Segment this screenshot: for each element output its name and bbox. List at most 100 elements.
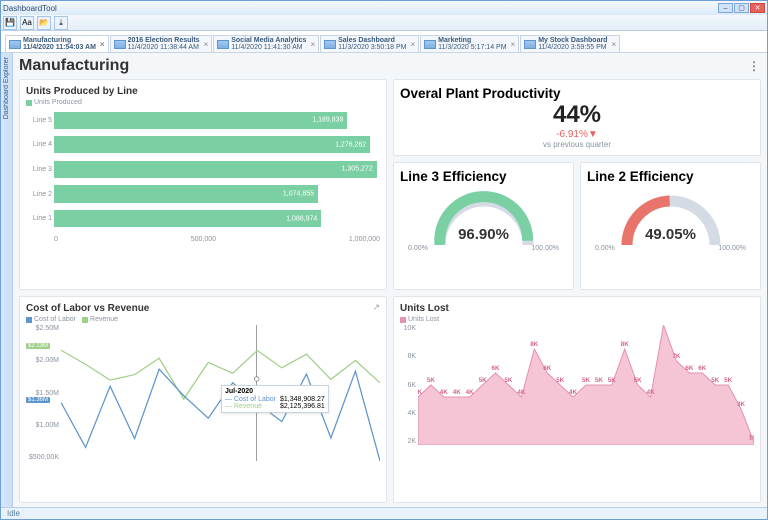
tab-thumb-icon — [9, 40, 21, 49]
svg-text:4K: 4K — [418, 389, 423, 396]
card-title: Line 3 Efficiency — [400, 169, 567, 184]
bar-value: 1,305,272 — [342, 166, 373, 173]
tab-close-icon[interactable]: × — [511, 40, 516, 49]
tab-manufacturing[interactable]: Manufacturing11/4/2020 11:54:03 AM× — [5, 35, 109, 52]
export-button[interactable]: ⤓ — [54, 16, 68, 30]
svg-text:4K: 4K — [647, 389, 656, 396]
tab-thumb-icon — [524, 40, 536, 49]
svg-text:6K: 6K — [492, 365, 501, 372]
bar-label: Line 3 — [26, 166, 52, 173]
svg-text:5K: 5K — [711, 377, 720, 384]
bar-value: 1,276,262 — [335, 141, 366, 148]
bar-label: Line 1 — [26, 215, 52, 222]
export-icon: ⤓ — [59, 18, 63, 28]
expand-icon[interactable]: ↗ — [372, 302, 380, 313]
statusbar: Idle — [1, 507, 767, 519]
status-text: Idle — [7, 509, 20, 518]
gauge-max: 100.00% — [718, 245, 746, 252]
badge-cost: $1.36M — [26, 397, 50, 403]
gauge-max: 100.00% — [531, 245, 559, 252]
dashboard-content: Manufacturing ⋮ Units Produced by Line U… — [13, 53, 767, 507]
bar-value: 1,074,855 — [283, 191, 314, 198]
legend-label: Units Produced — [34, 99, 82, 106]
bar[interactable]: 1,189,839 — [54, 112, 347, 129]
svg-text:5K: 5K — [427, 377, 436, 384]
svg-text:197: 197 — [749, 435, 754, 442]
tab-close-icon[interactable]: × — [204, 40, 209, 49]
tab-2016-election-results[interactable]: 2016 Election Results11/4/2020 11:38:44 … — [110, 35, 213, 52]
open-button[interactable]: 📂 — [37, 16, 51, 30]
card-line3-efficiency: Line 3 Efficiency 96.90% 0.00% 100.00% — [393, 162, 574, 290]
svg-text:7K: 7K — [672, 353, 681, 360]
svg-text:4K: 4K — [466, 389, 475, 396]
card-units-produced: Units Produced by Line Units Produced Li… — [19, 79, 387, 290]
svg-text:5K: 5K — [556, 377, 565, 384]
cursor-icon — [254, 377, 259, 381]
chart-tooltip: Jul-2020 — Cost of Labor$1,348,908.27 — … — [221, 385, 329, 413]
window-title: DashboardTool — [3, 4, 57, 13]
svg-text:4K: 4K — [440, 389, 449, 396]
card-cost-vs-revenue: Cost of Labor vs Revenue ↗ Cost of Labor… — [19, 296, 387, 503]
page-menu-icon[interactable]: ⋮ — [748, 59, 761, 73]
tooltip-title: Jul-2020 — [225, 388, 325, 395]
svg-text:4K: 4K — [453, 389, 462, 396]
badge-revenue: $2.13M — [26, 343, 50, 349]
svg-text:5K: 5K — [582, 377, 591, 384]
bar[interactable]: 1,074,855 — [54, 185, 318, 202]
font-icon: Aa — [22, 18, 32, 27]
sidebar[interactable]: Dashboard Explorer — [1, 53, 13, 507]
font-button[interactable]: Aa — [20, 16, 34, 30]
area-chart[interactable]: 10K8K6K4K2K 4K5K4K4K4K5K6K5K4K8K6K5K4K5K… — [400, 325, 754, 445]
svg-text:5K: 5K — [608, 377, 617, 384]
svg-text:5K: 5K — [724, 377, 733, 384]
kpi-sub: vs previous quarter — [400, 140, 754, 149]
line-chart[interactable]: $2.50M$2.00M$1.50M$1.00M$500.00K $2.13M … — [26, 325, 380, 465]
bar-chart[interactable]: Line 51,189,839Line 41,276,262Line 31,30… — [26, 108, 380, 243]
bar-value: 1,189,839 — [312, 117, 343, 124]
tab-sales-dashboard[interactable]: Sales Dashboard11/3/2020 3:50:18 PM× — [320, 35, 419, 52]
gauge-chart[interactable]: 49.05% — [616, 190, 726, 245]
legend-a: Cost of Labor — [34, 316, 76, 323]
tab-thumb-icon — [217, 40, 229, 49]
folder-icon: 📂 — [39, 18, 49, 27]
gauge-min: 0.00% — [595, 245, 615, 252]
save-button[interactable]: 💾 — [3, 16, 17, 30]
tab-my-stock-dashboard[interactable]: My Stock Dashboard11/4/2020 3:59:55 PM× — [520, 35, 620, 52]
tab-close-icon[interactable]: × — [611, 40, 616, 49]
bar[interactable]: 1,088,974 — [54, 210, 321, 227]
card-units-lost: Units Lost Units Lost 10K8K6K4K2K 4K5K4K… — [393, 296, 761, 503]
card-title: Units Produced by Line — [26, 86, 380, 97]
tab-marketing[interactable]: Marketing11/3/2020 5:17:14 PM× — [420, 35, 519, 52]
card-title: Line 2 Efficiency — [587, 169, 754, 184]
card-title: Cost of Labor vs Revenue — [26, 303, 380, 314]
tab-thumb-icon — [114, 40, 126, 49]
tabstrip: Manufacturing11/4/2020 11:54:03 AM×2016 … — [1, 31, 767, 53]
svg-text:5K: 5K — [634, 377, 643, 384]
tab-close-icon[interactable]: × — [100, 40, 105, 49]
tab-social-media-analytics[interactable]: Social Media Analytics11/4/2020 11:41:30… — [213, 35, 319, 52]
bar[interactable]: 1,276,262 — [54, 136, 370, 153]
kpi-value: 44% — [400, 101, 754, 129]
svg-text:6K: 6K — [543, 365, 552, 372]
svg-text:5K: 5K — [595, 377, 604, 384]
toolbar: 💾 Aa 📂 ⤓ — [1, 15, 767, 31]
bar-label: Line 5 — [26, 117, 52, 124]
gauge-min: 0.00% — [408, 245, 428, 252]
bar[interactable]: 1,305,272 — [54, 161, 377, 178]
tab-thumb-icon — [424, 40, 436, 49]
card-title: Units Lost — [400, 303, 754, 314]
kpi-delta: -6.91%▼ — [400, 129, 754, 140]
gauge-value: 49.05% — [616, 226, 726, 243]
gauge-chart[interactable]: 96.90% — [429, 190, 539, 245]
svg-text:8K: 8K — [621, 341, 630, 348]
page-title: Manufacturing — [19, 57, 129, 75]
close-button[interactable]: ✕ — [750, 3, 765, 13]
legend-b: Revenue — [90, 316, 118, 323]
tab-close-icon[interactable]: × — [411, 40, 416, 49]
maximize-button[interactable]: ▢ — [734, 3, 749, 13]
svg-text:3K: 3K — [737, 401, 746, 408]
card-title: Overal Plant Productivity — [400, 86, 754, 101]
tab-close-icon[interactable]: × — [310, 40, 315, 49]
card-line2-efficiency: Line 2 Efficiency 49.05% 0.00% 100.00% — [580, 162, 761, 290]
minimize-button[interactable]: – — [718, 3, 733, 13]
